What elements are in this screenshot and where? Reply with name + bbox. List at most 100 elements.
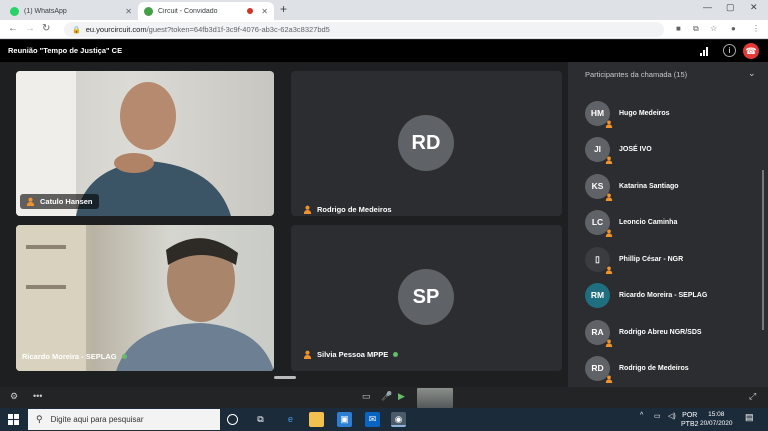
microphone-icon[interactable]: 🎤 (381, 391, 392, 402)
menu-dots-icon[interactable]: ⋮ (752, 24, 760, 33)
chrome-icon[interactable]: ◉ (391, 412, 406, 427)
list-item[interactable]: RD Rodrigo de Medeiros (585, 351, 765, 388)
avatar: RD (585, 356, 613, 384)
search-placeholder: Digite aqui para pesquisar (50, 415, 144, 424)
list-item[interactable]: LC Leoncio Caminha (585, 205, 765, 242)
person-icon (303, 205, 312, 214)
close-tab-icon[interactable]: ✕ (261, 7, 268, 16)
participant-name: Leoncio Caminha (619, 219, 678, 227)
sidebar-scrollbar[interactable] (762, 170, 764, 330)
lock-icon: 🔒 (72, 26, 81, 34)
avatar: RA (585, 319, 613, 347)
tray-chevron-icon[interactable]: ^ (640, 412, 643, 419)
forward-icon[interactable]: → (25, 23, 35, 34)
search-icon: ⚲ (36, 414, 43, 424)
participant-name: Catulo Hansen (40, 197, 93, 206)
tab-circuit[interactable]: Circuit - Convidado ✕ (138, 2, 274, 20)
participants-panel: Participantes da chamada (15) ⌄ HM Hugo … (568, 62, 768, 387)
participant-name: Rodrigo Abreu NGR/SDS (619, 328, 702, 336)
list-item[interactable]: RM Ricardo Moreira - SEPLAG (585, 278, 765, 315)
avatar: KS (585, 173, 613, 201)
camera-icon[interactable]: ■ (676, 24, 681, 33)
signal-strength-icon[interactable] (700, 46, 710, 56)
language-indicator[interactable]: POR PTB2 (681, 411, 699, 429)
settings-icon[interactable]: ⚙ (10, 391, 18, 402)
video-camera-icon[interactable]: ▶ (398, 391, 405, 402)
participant-name: Katarina Santiago (619, 182, 679, 190)
close-tab-icon[interactable]: ✕ (125, 7, 132, 16)
notifications-icon[interactable]: ▤ (745, 412, 754, 423)
participants-header: Participantes da chamada (15) (585, 70, 688, 79)
self-view-thumbnail[interactable] (417, 388, 453, 408)
volume-icon[interactable]: ◁) (668, 412, 676, 420)
hang-up-button[interactable]: ☎ (743, 43, 759, 59)
list-item[interactable]: ▯ Phillip César - NGR (585, 241, 765, 278)
url-field[interactable]: 🔒 eu.yourcircuit.com/guest?token=64fb3d1… (64, 22, 664, 37)
avatar: HM (585, 100, 613, 128)
list-item[interactable]: RA Rodrigo Abreu NGR/SDS (585, 314, 765, 351)
participant-name: Ricardo Moreira - SEPLAG (619, 292, 708, 300)
meeting-title: Reunião "Tempo de Justiça" CE (8, 46, 123, 55)
windows-start-icon[interactable] (8, 414, 19, 425)
participant-tile[interactable]: SP Silvia Pessoa MPPE (291, 225, 562, 371)
more-options-icon[interactable]: ••• (33, 391, 42, 401)
store-icon[interactable]: ▣ (337, 412, 352, 427)
clock[interactable]: 15:08 20/07/2020 (700, 410, 733, 428)
tab-whatsapp[interactable]: (1) WhatsApp ✕ (4, 2, 138, 20)
person-icon (303, 350, 312, 359)
participant-name: JOSÉ IVO (619, 146, 652, 154)
person-icon (605, 156, 613, 165)
tab-label: Circuit - Convidado (158, 7, 218, 15)
tile-name-label: Ricardo Moreira - SEPLAG (22, 352, 127, 361)
clock-date: 20/07/2020 (700, 420, 733, 427)
back-icon[interactable]: ← (8, 23, 18, 34)
person-icon (605, 375, 613, 384)
participant-tile[interactable]: Ricardo Moreira - SEPLAG (16, 225, 274, 371)
maximize-icon[interactable]: ▢ (726, 2, 735, 13)
translate-icon[interactable]: ⧉ (693, 24, 699, 34)
avatar: LC (585, 210, 613, 238)
address-bar: ← → ↻ 🔒 eu.yourcircuit.com/guest?token=6… (0, 20, 768, 39)
screen-share-icon[interactable]: ▭ (362, 391, 371, 402)
taskbar-search-input[interactable]: ⚲ Digite aqui para pesquisar (28, 409, 220, 430)
stage-scroll-indicator[interactable] (274, 376, 296, 379)
tile-name-label: Rodrigo de Medeiros (303, 205, 392, 214)
windows-taskbar: ⚲ Digite aqui para pesquisar ⧉ e ▣ ✉ ◉ ^… (0, 408, 768, 431)
new-tab-button[interactable]: + (280, 2, 287, 16)
list-item[interactable]: JI JOSÉ IVO (585, 132, 765, 169)
profile-icon[interactable]: ● (731, 24, 736, 33)
participant-name: Rodrigo de Medeiros (317, 205, 392, 214)
meeting-header: Reunião "Tempo de Justiça" CE i ☎ (0, 40, 768, 62)
battery-icon[interactable]: ▭ (654, 412, 661, 420)
participant-name: Ricardo Moreira - SEPLAG (22, 352, 117, 361)
reload-icon[interactable]: ↻ (42, 23, 50, 34)
url-host: eu.yourcircuit.com (85, 25, 147, 34)
recording-icon (247, 8, 254, 14)
avatar: ▯ (585, 246, 613, 274)
bookmark-star-icon[interactable]: ☆ (710, 24, 717, 33)
person-icon (605, 120, 613, 128)
list-item[interactable]: HM Hugo Medeiros (585, 95, 765, 132)
person-icon (605, 339, 613, 347)
avatar: RM (585, 283, 610, 309)
participant-tile[interactable]: RD Rodrigo de Medeiros (291, 71, 562, 216)
participant-tile[interactable]: Catulo Hansen (16, 71, 274, 216)
cortana-icon[interactable] (227, 414, 238, 425)
tile-name-label: Catulo Hansen (20, 194, 99, 209)
list-item[interactable]: KS Katarina Santiago (585, 168, 765, 205)
chevron-down-icon[interactable]: ⌄ (748, 68, 756, 79)
whatsapp-icon (10, 6, 19, 16)
circuit-icon (144, 6, 153, 16)
url-path: /guest?token=64fb3d1f-3c9f-4076-ab3c-62a… (146, 25, 330, 34)
participant-name: Silvia Pessoa MPPE (317, 350, 389, 359)
fullscreen-icon[interactable]: ⤢ (749, 391, 756, 402)
tile-name-label: Silvia Pessoa MPPE (303, 350, 399, 359)
file-explorer-icon[interactable] (309, 412, 324, 427)
mail-icon[interactable]: ✉ (365, 412, 380, 427)
edge-icon[interactable]: e (283, 412, 298, 427)
info-icon[interactable]: i (723, 44, 736, 57)
close-window-icon[interactable]: ✕ (750, 2, 758, 13)
task-view-icon[interactable]: ⧉ (253, 412, 268, 427)
minimize-icon[interactable]: — (703, 2, 712, 12)
online-status-icon (121, 354, 127, 359)
